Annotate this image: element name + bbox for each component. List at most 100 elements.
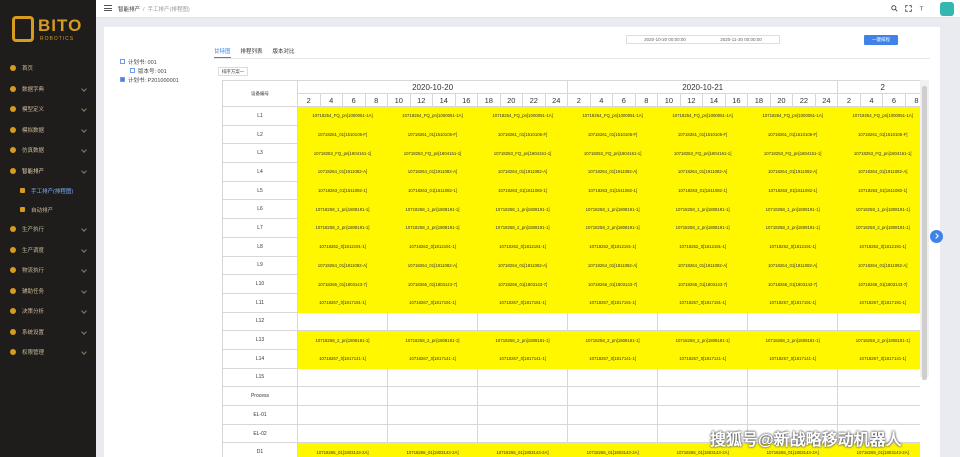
task-bar[interactable]: 10718258_2_pn[1808191-1] (657, 218, 749, 238)
task-bar[interactable]: 10718253_FQ_pn[1804161-1] (297, 143, 388, 164)
start-date[interactable]: 2020-10-20 00:00:00 (627, 37, 703, 42)
sidebar-item[interactable]: 自动排产 (0, 200, 96, 219)
task-bar[interactable]: 10718266_01[1803143-7] (747, 274, 839, 294)
task-bar[interactable]: 10718263_01[1611082-1] (297, 180, 388, 201)
task-bar[interactable]: 10718264_01[1911082-A] (747, 162, 839, 182)
task-bar[interactable]: 10718258_1_pn[1808191-1] (297, 199, 388, 220)
task-bar[interactable]: 10718264_01[1811082-A] (387, 255, 478, 276)
task-bar[interactable]: 10718253_FQ_pn[1804161-1] (567, 143, 659, 164)
task-bar[interactable]: 10718265_01[1803143-2A] (387, 442, 478, 457)
task-bar[interactable]: 10718267_0[1817191-1] (297, 292, 388, 313)
task-bar[interactable]: 10718267_0[1817141-1] (567, 348, 659, 369)
task-bar[interactable]: 10718263_01[1611082-1] (387, 180, 478, 201)
task-bar[interactable]: 10718266_01[1803143-7] (476, 274, 569, 294)
tree-node-root[interactable]: 计划书: 001 (120, 57, 179, 66)
task-bar[interactable]: 10718267_0[1817191-1] (567, 292, 659, 313)
tab-version-compare[interactable]: 版本对比 (273, 47, 295, 58)
expand-panel-button[interactable] (930, 230, 943, 243)
task-bar[interactable]: 10718267_0[1817141-1] (387, 348, 478, 369)
task-bar[interactable]: 10718264_01[1911082-A] (657, 162, 749, 182)
task-bar[interactable]: 10718253_FQ_pn[1804161-1] (657, 143, 749, 164)
task-bar[interactable]: 10718261_01[1510105-F] (657, 124, 749, 145)
task-bar[interactable]: 10718265_01[1803143-2A] (567, 442, 659, 457)
tree-node-child[interactable]: 版本号: 001 (120, 66, 179, 75)
task-bar[interactable]: 10718258_2_pn[1808191-1] (476, 218, 569, 238)
task-bar[interactable]: 10718253_FQ_pn[1804161-1] (837, 143, 920, 164)
avatar[interactable] (940, 2, 954, 16)
vertical-scrollbar[interactable] (920, 80, 929, 380)
task-bar[interactable]: 10718262_0[1812191-1] (297, 236, 388, 257)
task-bar[interactable]: 10718267_0[1817191-1] (837, 292, 920, 313)
task-bar[interactable]: 10718258_1_pn[1808191-1] (476, 199, 569, 220)
task-bar[interactable]: 10718254_FQ_pn[1000051-1A] (837, 106, 920, 126)
tab-schedule-list[interactable]: 排程列表 (241, 47, 263, 58)
schedule-button[interactable]: 一键排程 (864, 35, 898, 45)
tree-checkbox[interactable] (130, 68, 135, 73)
task-bar[interactable]: 10718253_FQ_pn[1804161-1] (747, 143, 839, 164)
task-bar[interactable]: 10718266_01[1803143-7] (567, 274, 659, 294)
search-icon[interactable] (891, 5, 898, 12)
task-bar[interactable]: 10718264_01[1811082-A] (567, 255, 659, 276)
task-bar[interactable]: 10718266_01[1803143-7] (837, 274, 920, 294)
tree-checkbox[interactable] (120, 77, 125, 82)
task-bar[interactable]: 10718261_01[1510105-F] (567, 124, 659, 145)
sidebar-item[interactable]: 仿真数据 (0, 140, 96, 161)
font-size-icon[interactable]: T (919, 5, 926, 12)
tree-node-second[interactable]: 计划书: P201000001 (120, 75, 179, 84)
task-bar[interactable]: 10718267_0[1817191-1] (657, 292, 749, 313)
task-bar[interactable]: 10718261_01[1510105-F] (476, 124, 569, 145)
task-bar[interactable]: 10718254_FQ_pn[1000051-1A] (657, 106, 749, 126)
sidebar-item[interactable]: 生产调度 (0, 240, 96, 261)
task-bar[interactable]: 10718258_2_pn[1808181-1] (657, 330, 749, 350)
task-bar[interactable]: 10718254_FQ_pn[1000051-1A] (747, 106, 839, 126)
task-bar[interactable]: 10718258_2_pn[1808181-1] (567, 330, 659, 350)
fullscreen-icon[interactable] (905, 5, 912, 12)
sidebar-item[interactable]: 生产执行 (0, 219, 96, 240)
sidebar-item[interactable]: 辅助任务 (0, 281, 96, 302)
task-bar[interactable]: 10718258_1_pn[1808191-1] (567, 199, 659, 220)
task-bar[interactable]: 10718258_1_pn[1808191-1] (387, 199, 478, 220)
task-bar[interactable]: 10718264_01[1911082-A] (297, 162, 388, 182)
sidebar-item[interactable]: 权限管理 (0, 342, 96, 363)
sidebar-item[interactable]: 首页 (0, 58, 96, 79)
task-bar[interactable]: 10718258_2_pn[1808181-1] (747, 330, 839, 350)
task-bar[interactable]: 10718262_0[1812191-1] (657, 236, 749, 257)
sidebar-item[interactable]: 模拟数据 (0, 120, 96, 141)
task-bar[interactable]: 10718254_FQ_pn[1000051-1A] (387, 106, 478, 126)
task-bar[interactable]: 10718258_1_pn[1808191-1] (747, 199, 839, 220)
sidebar-item[interactable]: 物流执行 (0, 260, 96, 281)
task-bar[interactable]: 10718266_01[1803143-7] (387, 274, 478, 294)
task-bar[interactable]: 10718266_01[1803143-7] (657, 274, 749, 294)
task-bar[interactable]: 10718258_2_pn[1808191-1] (567, 218, 659, 238)
task-bar[interactable]: 10718265_01[1803143-2A] (297, 442, 388, 457)
sidebar-item[interactable]: 手工排产(排程图) (0, 181, 96, 200)
breadcrumb-parent[interactable]: 智能排产 (118, 7, 140, 13)
scrollbar-thumb[interactable] (922, 86, 927, 380)
task-bar[interactable]: 10718267_0[1817191-1] (387, 292, 478, 313)
task-bar[interactable]: 10718258_2_pn[1808181-1] (387, 330, 478, 350)
task-bar[interactable]: 10718253_FQ_pn[1804161-1] (387, 143, 478, 164)
task-bar[interactable]: 10718258_2_pn[1808181-1] (297, 330, 388, 350)
task-bar[interactable]: 10718254_FQ_pn[1000051-1A] (297, 106, 388, 126)
task-bar[interactable]: 10718258_2_pn[1808181-1] (837, 330, 920, 350)
task-bar[interactable]: 10718261_01[1510105-F] (747, 124, 839, 145)
task-bar[interactable]: 10718264_01[1811082-A] (747, 255, 839, 276)
task-bar[interactable]: 10718264_01[1911082-A] (387, 162, 478, 182)
task-bar[interactable]: 10718262_0[1812191-1] (387, 236, 478, 257)
task-bar[interactable]: 10718267_0[1817141-1] (657, 348, 749, 369)
task-bar[interactable]: 10718263_01[1611082-1] (837, 180, 920, 201)
task-bar[interactable]: 10718263_01[1611082-1] (657, 180, 749, 201)
task-bar[interactable]: 10718267_0[1817141-1] (837, 348, 920, 369)
task-bar[interactable]: 10718267_0[1817141-1] (297, 348, 388, 369)
task-bar[interactable]: 10718258_1_pn[1808191-1] (657, 199, 749, 220)
task-bar[interactable]: 10718263_01[1611082-1] (747, 180, 839, 201)
task-bar[interactable]: 10718253_FQ_pn[1804161-1] (476, 143, 569, 164)
task-bar[interactable]: 10718258_2_pn[1808191-1] (747, 218, 839, 238)
task-bar[interactable]: 10718264_01[1911082-A] (476, 162, 569, 182)
task-bar[interactable]: 10718262_0[1812191-1] (567, 236, 659, 257)
scheme-tab[interactable]: 排序方案一 (218, 67, 248, 76)
date-range-picker[interactable]: 2020-10-20 00:00:00 2020-11-30 00:00:00 (626, 35, 780, 44)
task-bar[interactable]: 10718267_0[1817141-1] (747, 348, 839, 369)
end-date[interactable]: 2020-11-30 00:00:00 (703, 37, 779, 42)
task-bar[interactable]: 10718266_01[1803143-7] (297, 274, 388, 294)
